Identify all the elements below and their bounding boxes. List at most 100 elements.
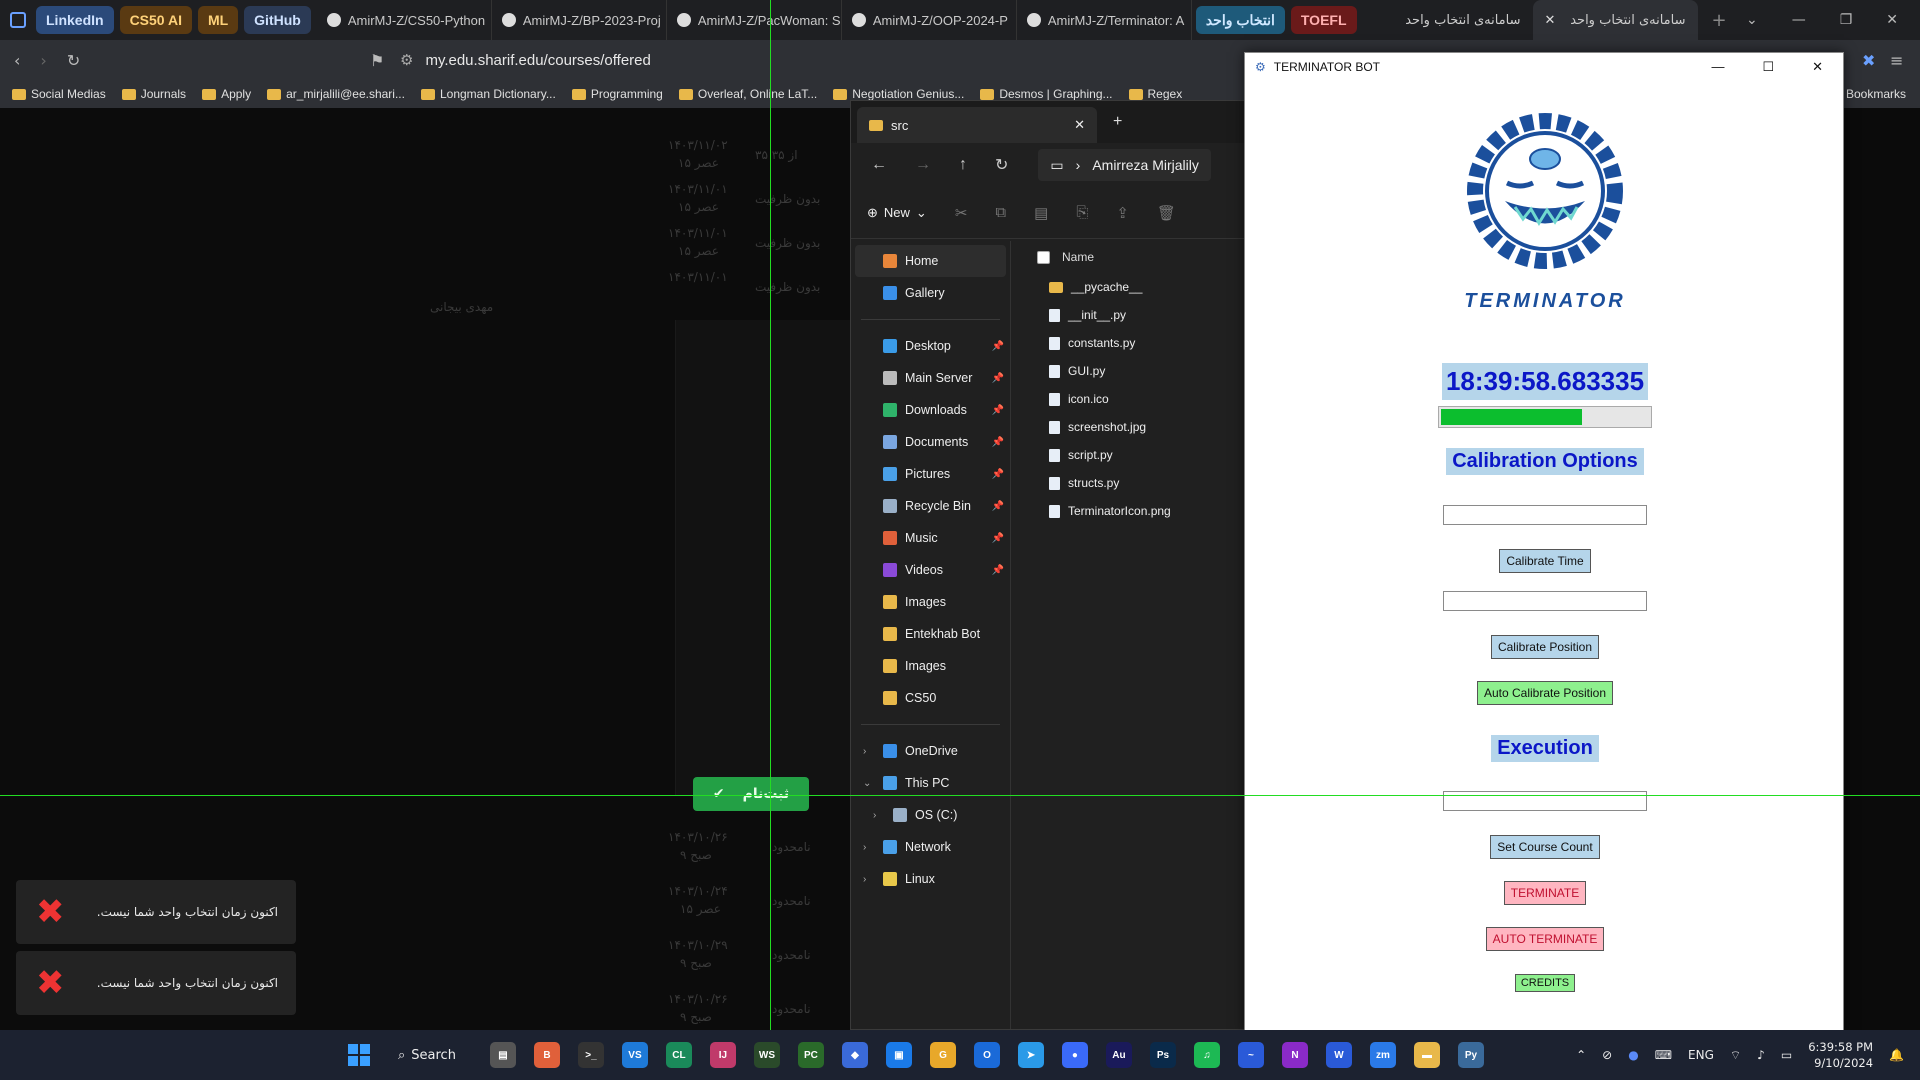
- keyboard-icon[interactable]: ⌨: [1655, 1048, 1672, 1062]
- taskbar-app-icon[interactable]: ~: [1237, 1042, 1264, 1068]
- github-tab[interactable]: AmirMJ-Z/CS50-Python: [317, 0, 492, 40]
- bookmark-item[interactable]: Negotiation Genius...: [833, 87, 964, 101]
- sidebar-item[interactable]: Gallery: [851, 277, 1010, 309]
- taskbar-app-icon[interactable]: >_: [577, 1042, 604, 1068]
- forward-icon[interactable]: →: [915, 156, 931, 174]
- breadcrumb[interactable]: ▭ › Amirreza Mirjalily: [1038, 149, 1211, 181]
- chevron-icon[interactable]: ›: [863, 842, 866, 853]
- sidebar-item[interactable]: Desktop 📌: [851, 330, 1010, 362]
- taskbar-app-icon[interactable]: Au: [1105, 1042, 1132, 1068]
- maximize-icon[interactable]: ☐: [1762, 59, 1774, 75]
- file-row[interactable]: icon.ico: [1013, 385, 1243, 413]
- notification-bell-icon[interactable]: 🔔: [1889, 1048, 1904, 1062]
- minimize-icon[interactable]: —: [1711, 59, 1724, 75]
- github-tab[interactable]: AmirMJ-Z/PacWoman: S: [667, 0, 842, 40]
- new-button[interactable]: ⊕ New ⌄: [867, 205, 927, 221]
- github-tab[interactable]: AmirMJ-Z/OOP-2024-P: [842, 0, 1017, 40]
- taskbar-app-icon[interactable]: zm: [1369, 1042, 1396, 1068]
- sidebar-item[interactable]: Entekhab Bot: [851, 618, 1010, 650]
- up-icon[interactable]: ↑: [959, 156, 967, 174]
- battery-icon[interactable]: ▭: [1781, 1048, 1792, 1062]
- delete-icon[interactable]: 🗑: [1157, 204, 1176, 222]
- bookmark-item[interactable]: Regex: [1128, 87, 1182, 101]
- close-icon[interactable]: ✕: [1812, 59, 1823, 75]
- all-bookmarks[interactable]: Bookmarks: [1846, 87, 1906, 101]
- sidebar-item[interactable]: Images: [851, 650, 1010, 682]
- taskbar-search[interactable]: ⌕ Search: [398, 1048, 456, 1063]
- back-icon[interactable]: ←: [871, 156, 887, 174]
- chevron-icon[interactable]: ›: [863, 746, 866, 757]
- new-tab-icon[interactable]: +: [1712, 10, 1727, 31]
- extensions-icon[interactable]: ✖: [1862, 51, 1875, 70]
- taskbar-app-icon[interactable]: VS: [621, 1042, 648, 1068]
- taskbar-app-icon[interactable]: ▤: [489, 1042, 516, 1068]
- course-count-input[interactable]: [1443, 791, 1647, 811]
- bookmark-item[interactable]: Programming: [571, 87, 663, 101]
- add-tab-icon[interactable]: +: [1113, 113, 1122, 131]
- taskbar-app-icon[interactable]: N: [1281, 1042, 1308, 1068]
- error-toast-2[interactable]: ✖ اکنون زمان انتخاب واحد شما نیست.: [16, 951, 296, 1015]
- tab-pill-1[interactable]: CS50 AI: [119, 6, 192, 34]
- reload-icon[interactable]: ↻: [67, 51, 80, 70]
- browser-menu-icon[interactable]: [0, 0, 36, 40]
- tab-active[interactable]: ✕ سامانه‌ی انتخاب واحد: [1532, 0, 1698, 40]
- sidebar-item[interactable]: › OneDrive: [851, 735, 1010, 767]
- camera-off-icon[interactable]: ⊘: [1602, 1048, 1612, 1062]
- github-tab[interactable]: AmirMJ-Z/BP-2023-Proj: [492, 0, 667, 40]
- auto-terminate-button[interactable]: AUTO TERMINATE: [1485, 927, 1605, 951]
- chevron-up-icon[interactable]: ⌃: [1576, 1048, 1586, 1062]
- taskbar-app-icon[interactable]: ♫: [1193, 1042, 1220, 1068]
- sidebar-item[interactable]: Music 📌: [851, 522, 1010, 554]
- calibrate-time-button[interactable]: Calibrate Time: [1499, 549, 1591, 573]
- tab-pill-select[interactable]: انتخاب واحد: [1195, 6, 1285, 34]
- taskbar-app-icon[interactable]: ●: [1061, 1042, 1088, 1068]
- copy-icon[interactable]: ⧉: [995, 204, 1006, 221]
- calibrate-position-button[interactable]: Calibrate Position: [1490, 635, 1600, 659]
- sidebar-item[interactable]: › Network: [851, 831, 1010, 863]
- position-input[interactable]: [1443, 591, 1647, 611]
- site-info-icon[interactable]: ⚙: [400, 51, 413, 69]
- github-tab[interactable]: AmirMJ-Z/Terminator: A: [1017, 0, 1192, 40]
- taskbar-app-icon[interactable]: G: [929, 1042, 956, 1068]
- taskbar-app-icon[interactable]: B: [533, 1042, 560, 1068]
- sidebar-item[interactable]: › Linux: [851, 863, 1010, 895]
- taskbar-app-icon[interactable]: Py: [1457, 1042, 1484, 1068]
- taskbar-app-icon[interactable]: O: [973, 1042, 1000, 1068]
- minimize-icon[interactable]: —: [1792, 12, 1806, 28]
- back-icon[interactable]: ‹: [14, 51, 20, 70]
- error-toast-1[interactable]: ✖ اکنون زمان انتخاب واحد شما نیست.: [16, 880, 296, 944]
- close-icon[interactable]: ✕: [1545, 13, 1556, 28]
- language-indicator[interactable]: ENG: [1688, 1048, 1714, 1062]
- taskbar-app-icon[interactable]: IJ: [709, 1042, 736, 1068]
- sidebar-item[interactable]: › OS (C:): [851, 799, 1010, 831]
- taskbar-app-icon[interactable]: CL: [665, 1042, 692, 1068]
- file-row[interactable]: __pycache__: [1013, 273, 1243, 301]
- file-row[interactable]: screenshot.jpg: [1013, 413, 1243, 441]
- taskbar-app-icon[interactable]: ◆: [841, 1042, 868, 1068]
- sidebar-item[interactable]: Downloads 📌: [851, 394, 1010, 426]
- credits-button[interactable]: CREDITS: [1514, 974, 1576, 992]
- sidebar-item[interactable]: Videos 📌: [851, 554, 1010, 586]
- bookmark-item[interactable]: Longman Dictionary...: [420, 87, 556, 101]
- forward-icon[interactable]: ›: [40, 51, 46, 70]
- sidebar-item[interactable]: Pictures 📌: [851, 458, 1010, 490]
- terminate-button[interactable]: TERMINATE: [1503, 881, 1587, 905]
- taskbar-app-icon[interactable]: WS: [753, 1042, 780, 1068]
- set-course-count-button[interactable]: Set Course Count: [1490, 835, 1600, 859]
- chevron-icon[interactable]: ⌄: [863, 778, 871, 789]
- tab-pill-2[interactable]: ML: [197, 6, 239, 34]
- tab-pill-0[interactable]: LinkedIn: [36, 6, 114, 34]
- taskbar-app-icon[interactable]: W: [1325, 1042, 1352, 1068]
- rename-icon[interactable]: ⎘: [1076, 204, 1088, 221]
- file-row[interactable]: TerminatorIcon.png: [1013, 497, 1243, 525]
- sidebar-item[interactable]: Recycle Bin 📌: [851, 490, 1010, 522]
- close-window-icon[interactable]: ✕: [1886, 12, 1898, 28]
- bookmark-icon[interactable]: ⚑: [370, 51, 384, 70]
- close-icon[interactable]: ✕: [1074, 117, 1085, 133]
- chevron-down-icon[interactable]: ⌄: [1746, 12, 1758, 28]
- refresh-icon[interactable]: ↻: [995, 155, 1008, 175]
- file-row[interactable]: script.py: [1013, 441, 1243, 469]
- taskbar-app-icon[interactable]: ▬: [1413, 1042, 1440, 1068]
- taskbar-app-icon[interactable]: ➤: [1017, 1042, 1044, 1068]
- volume-icon[interactable]: ♪: [1757, 1048, 1765, 1062]
